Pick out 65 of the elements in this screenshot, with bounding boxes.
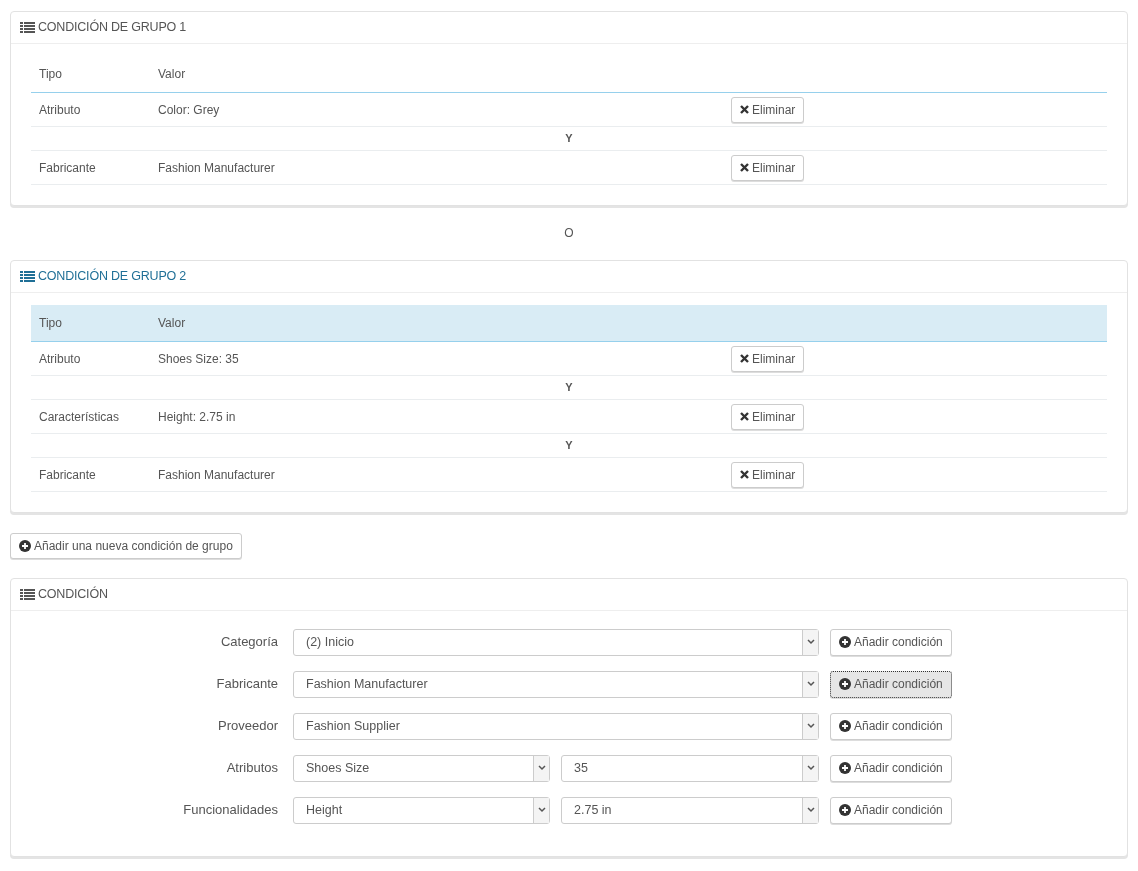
table-cell-text: Fashion Manufacturer bbox=[157, 466, 276, 484]
delete-button[interactable]: Eliminar bbox=[731, 403, 805, 430]
field-label: Fabricante bbox=[215, 675, 279, 694]
and-connector: Y bbox=[565, 380, 573, 396]
caret-icon bbox=[802, 713, 818, 739]
plus-circle-icon bbox=[839, 678, 851, 690]
plus-circle-icon bbox=[839, 762, 851, 774]
select-field[interactable]: Height bbox=[293, 796, 550, 824]
column-header: Valor bbox=[157, 315, 187, 332]
caret-icon bbox=[533, 755, 549, 781]
list-icon bbox=[20, 22, 35, 33]
column-header: Tipo bbox=[38, 66, 63, 83]
add-condition-button[interactable]: Añadir condición bbox=[830, 712, 952, 740]
table-cell-text: Fabricante bbox=[38, 159, 97, 177]
field-label: Proveedor bbox=[217, 717, 279, 736]
panel-title: CONDICIÓN DE GRUPO 1 bbox=[38, 18, 187, 37]
add-condition-button[interactable]: Añadir condición bbox=[830, 754, 952, 782]
caret-icon bbox=[533, 797, 549, 823]
panel-title: CONDICIÓN bbox=[38, 585, 108, 604]
caret-icon bbox=[802, 755, 818, 781]
select-field[interactable]: 35 bbox=[561, 754, 819, 782]
close-icon bbox=[740, 105, 749, 114]
delete-button[interactable]: Eliminar bbox=[731, 154, 805, 181]
close-icon bbox=[740, 354, 749, 363]
field-label: Categoría bbox=[219, 633, 279, 652]
add-condition-button[interactable]: Añadir condición bbox=[830, 628, 952, 656]
delete-button[interactable]: Eliminar bbox=[731, 96, 805, 123]
close-icon bbox=[740, 163, 749, 172]
caret-icon bbox=[802, 671, 818, 697]
field-label: Funcionalidades bbox=[182, 801, 279, 820]
delete-button[interactable]: Eliminar bbox=[731, 461, 805, 488]
select-field[interactable]: (2) Inicio bbox=[293, 628, 819, 656]
select-field[interactable]: Fashion Supplier bbox=[293, 712, 819, 740]
table-cell-text: Atributo bbox=[38, 101, 82, 119]
caret-icon bbox=[802, 629, 818, 655]
select-field[interactable]: Fashion Manufacturer bbox=[293, 670, 819, 698]
close-icon bbox=[740, 412, 749, 421]
add-group-button[interactable]: Añadir una nueva condición de grupo bbox=[10, 533, 242, 559]
column-header: Tipo bbox=[38, 315, 63, 332]
and-connector: Y bbox=[565, 131, 573, 147]
caret-icon bbox=[802, 797, 818, 823]
delete-button[interactable]: Eliminar bbox=[731, 345, 805, 372]
plus-circle-icon bbox=[19, 540, 31, 552]
add-condition-button[interactable]: Añadir condición bbox=[830, 670, 952, 698]
table-cell-text: Fashion Manufacturer bbox=[157, 159, 276, 177]
table-cell-text: Características bbox=[38, 408, 121, 426]
table-cell-text: Fabricante bbox=[38, 466, 97, 484]
plus-circle-icon bbox=[839, 720, 851, 732]
and-connector: Y bbox=[565, 438, 573, 454]
select-field[interactable]: 2.75 in bbox=[561, 796, 819, 824]
select-field[interactable]: Shoes Size bbox=[293, 754, 550, 782]
list-icon bbox=[20, 271, 35, 282]
table-cell-text: Color: Grey bbox=[157, 101, 221, 119]
table-cell-text: Atributo bbox=[38, 350, 82, 368]
panel-title: CONDICIÓN DE GRUPO 2 bbox=[38, 267, 187, 286]
field-label: Atributos bbox=[225, 759, 279, 778]
plus-circle-icon bbox=[839, 804, 851, 816]
column-header: Valor bbox=[157, 66, 187, 83]
table-cell-text: Height: 2.75 in bbox=[157, 408, 237, 426]
add-condition-button[interactable]: Añadir condición bbox=[830, 796, 952, 824]
or-separator: O bbox=[563, 225, 575, 242]
table-cell-text: Shoes Size: 35 bbox=[157, 350, 240, 368]
close-icon bbox=[740, 470, 749, 479]
list-icon bbox=[20, 589, 35, 600]
plus-circle-icon bbox=[839, 636, 851, 648]
